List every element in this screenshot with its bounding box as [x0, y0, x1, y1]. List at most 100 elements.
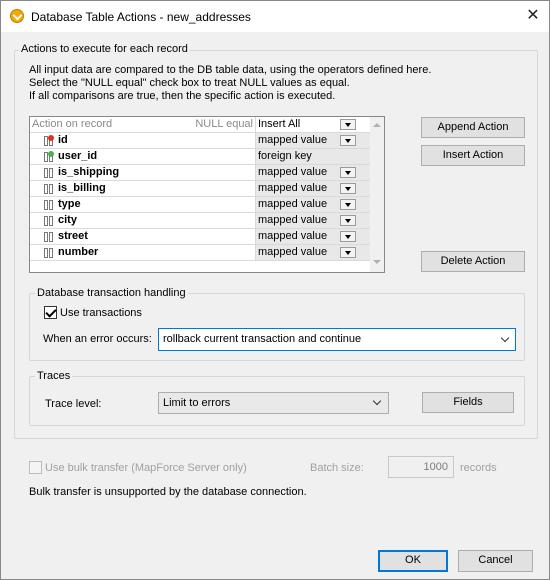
scroll-down-icon[interactable]	[373, 260, 381, 264]
fields-button[interactable]: Fields	[422, 392, 514, 413]
action-dropdown[interactable]: mapped value	[256, 213, 370, 229]
header-action-on-record: Action on record	[32, 118, 113, 130]
header-action-value: Insert All	[258, 118, 301, 130]
field-name: user_id	[58, 150, 98, 162]
trace-level-label: Trace level:	[45, 398, 102, 410]
dropdown-arrow-icon[interactable]	[340, 247, 356, 258]
error-occurs-label: When an error occurs:	[43, 333, 152, 345]
field-cell: city	[30, 213, 256, 229]
cancel-button[interactable]: Cancel	[458, 550, 533, 572]
action-value: mapped value	[258, 198, 328, 210]
grid-row-number[interactable]: number mapped value	[30, 245, 370, 261]
action-value: mapped value	[258, 246, 328, 258]
scroll-up-icon[interactable]	[373, 123, 381, 127]
field-icon	[44, 216, 54, 226]
delete-action-button[interactable]: Delete Action	[421, 251, 525, 272]
dropdown-arrow-icon[interactable]	[340, 199, 356, 210]
error-handling-select[interactable]: rollback current transaction and continu…	[158, 328, 516, 351]
field-name: street	[58, 230, 88, 242]
grid-row-id[interactable]: id mapped value	[30, 133, 370, 149]
action-value: mapped value	[258, 134, 328, 146]
chevron-down-icon	[372, 396, 382, 406]
chevron-down-icon	[500, 333, 510, 343]
ok-button[interactable]: OK	[378, 550, 448, 572]
field-name: is_shipping	[58, 166, 120, 178]
description-line-1: All input data are compared to the DB ta…	[29, 64, 432, 76]
error-handling-value: rollback current transaction and continu…	[163, 333, 362, 345]
description-line-2: Select the "NULL equal" check box to tre…	[29, 77, 350, 89]
field-cell: street	[30, 229, 256, 245]
action-value: foreign key	[258, 150, 312, 162]
action-dropdown[interactable]: mapped value	[256, 181, 370, 197]
batch-size-unit: records	[460, 462, 497, 474]
database-table-actions-dialog: Database Table Actions - new_addresses ✕…	[0, 0, 550, 580]
grid-row-type[interactable]: type mapped value	[30, 197, 370, 213]
dropdown-arrow-icon[interactable]	[340, 231, 356, 242]
mapforce-app-icon	[10, 9, 24, 23]
action-value: mapped value	[258, 166, 328, 178]
batch-size-label: Batch size:	[310, 462, 364, 474]
window-title: Database Table Actions - new_addresses	[31, 10, 251, 24]
transaction-group-legend: Database transaction handling	[35, 287, 188, 299]
trace-level-value: Limit to errors	[163, 397, 231, 409]
action-dropdown[interactable]: mapped value	[256, 229, 370, 245]
grid-row-street[interactable]: street mapped value	[30, 229, 370, 245]
field-icon	[44, 248, 54, 258]
action-value: mapped value	[258, 230, 328, 242]
field-cell: id	[30, 133, 256, 149]
append-action-button[interactable]: Append Action	[421, 117, 525, 138]
header-action-dropdown[interactable]: Insert All	[256, 117, 370, 133]
dropdown-arrow-icon[interactable]	[340, 167, 356, 178]
foreign-key-field-icon	[44, 151, 54, 162]
grid-header-row: Action on record NULL equal Insert All	[30, 117, 370, 133]
field-cell: type	[30, 197, 256, 213]
batch-size-input[interactable]: 1000	[388, 456, 454, 478]
traces-group-legend: Traces	[35, 370, 73, 382]
grid-row-is-billing[interactable]: is_billing mapped value	[30, 181, 370, 197]
action-value: mapped value	[258, 182, 328, 194]
action-dropdown[interactable]: mapped value	[256, 245, 370, 261]
field-cell: is_shipping	[30, 165, 256, 181]
insert-action-button[interactable]: Insert Action	[421, 145, 525, 166]
dropdown-arrow-icon[interactable]	[340, 119, 356, 130]
grid-row-is-shipping[interactable]: is_shipping mapped value	[30, 165, 370, 181]
action-dropdown[interactable]: mapped value	[256, 133, 370, 149]
title-bar: Database Table Actions - new_addresses ✕	[1, 1, 549, 32]
use-transactions-label: Use transactions	[60, 307, 142, 319]
grid-row-user-id[interactable]: user_id foreign key	[30, 149, 370, 165]
dropdown-arrow-icon[interactable]	[340, 183, 356, 194]
bulk-transfer-checkbox[interactable]	[29, 461, 42, 474]
description-line-3: If all comparisons are true, then the sp…	[29, 90, 336, 102]
primary-key-field-icon	[44, 135, 54, 146]
dropdown-arrow-icon[interactable]	[340, 215, 356, 226]
field-cell: user_id	[30, 149, 256, 165]
field-name: city	[58, 214, 77, 226]
foreign-key-icon	[48, 151, 54, 157]
field-name: id	[58, 134, 68, 146]
close-icon[interactable]: ✕	[519, 4, 547, 28]
field-name: is_billing	[58, 182, 106, 194]
field-icon	[44, 200, 54, 210]
field-cell: is_billing	[30, 181, 256, 197]
use-transactions-checkbox[interactable]	[44, 306, 57, 319]
action-grid[interactable]: Action on record NULL equal Insert All i…	[29, 116, 385, 273]
grid-header-name-cell: Action on record NULL equal	[30, 117, 256, 133]
header-null-equal: NULL equal	[195, 118, 253, 130]
grid-vertical-scrollbar[interactable]	[370, 117, 384, 272]
actions-group-legend: Actions to execute for each record	[19, 43, 190, 55]
field-icon	[44, 232, 54, 242]
bulk-transfer-note: Bulk transfer is unsupported by the data…	[29, 486, 307, 498]
trace-level-select[interactable]: Limit to errors	[158, 392, 389, 414]
field-name: type	[58, 198, 81, 210]
field-icon	[44, 168, 54, 178]
field-name: number	[58, 246, 99, 258]
action-dropdown[interactable]: mapped value	[256, 165, 370, 181]
grid-row-city[interactable]: city mapped value	[30, 213, 370, 229]
bulk-transfer-label: Use bulk transfer (MapForce Server only)	[45, 462, 247, 474]
primary-key-icon	[48, 135, 54, 141]
action-value: mapped value	[258, 214, 328, 226]
field-icon	[44, 184, 54, 194]
field-cell: number	[30, 245, 256, 261]
action-dropdown[interactable]: mapped value	[256, 197, 370, 213]
dropdown-arrow-icon[interactable]	[340, 135, 356, 146]
